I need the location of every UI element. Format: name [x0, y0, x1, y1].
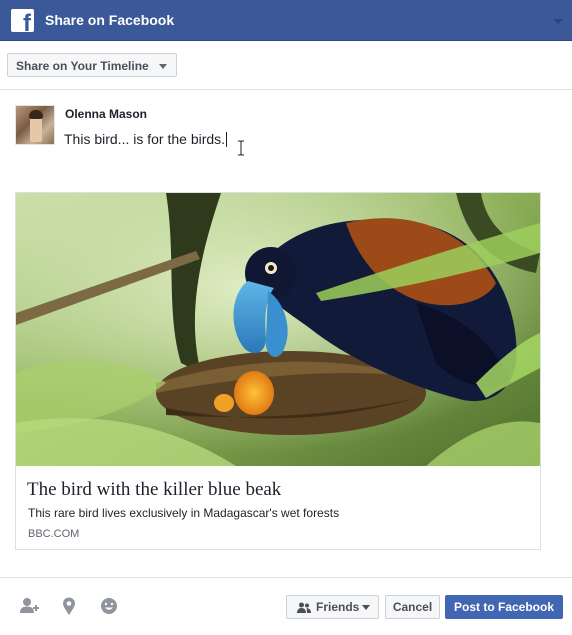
- avatar: [15, 105, 55, 145]
- user-name[interactable]: Olenna Mason: [65, 107, 147, 121]
- divider: [0, 577, 572, 578]
- chevron-down-icon: [362, 605, 370, 610]
- link-preview-card[interactable]: The bird with the killer blue beak This …: [15, 192, 541, 550]
- link-preview-image[interactable]: [16, 193, 540, 466]
- ibeam-cursor-icon: [238, 140, 244, 156]
- text-cursor: [226, 132, 228, 147]
- tag-friends-icon[interactable]: [19, 596, 41, 616]
- friends-icon: [297, 602, 311, 613]
- post-text-value: This bird... is for the birds.: [64, 131, 226, 147]
- dialog-title: Share on Facebook: [45, 12, 175, 28]
- header-menu-caret-icon[interactable]: [553, 19, 563, 24]
- link-preview-domain: BBC.COM: [28, 528, 80, 540]
- facebook-logo-letter: f: [23, 10, 31, 33]
- link-preview-title[interactable]: The bird with the killer blue beak: [27, 479, 281, 501]
- post-to-facebook-button[interactable]: Post to Facebook: [445, 595, 563, 619]
- location-icon[interactable]: [58, 596, 80, 616]
- facebook-logo-icon: f: [11, 9, 34, 32]
- share-target-dropdown[interactable]: Share on Your Timeline: [7, 53, 177, 77]
- link-preview-description: This rare bird lives exclusively in Mada…: [28, 506, 340, 520]
- divider: [0, 89, 572, 90]
- cancel-button[interactable]: Cancel: [385, 595, 440, 619]
- share-target-label: Share on Your Timeline: [16, 59, 149, 73]
- audience-label: Friends: [316, 600, 360, 614]
- audience-selector-button[interactable]: Friends: [286, 595, 379, 619]
- post-text-input[interactable]: This bird... is for the birds.: [64, 131, 228, 148]
- dialog-header: f Share on Facebook: [0, 0, 572, 41]
- feeling-icon[interactable]: [98, 596, 120, 616]
- avatar-hair: [29, 110, 43, 119]
- chevron-down-icon: [159, 64, 167, 69]
